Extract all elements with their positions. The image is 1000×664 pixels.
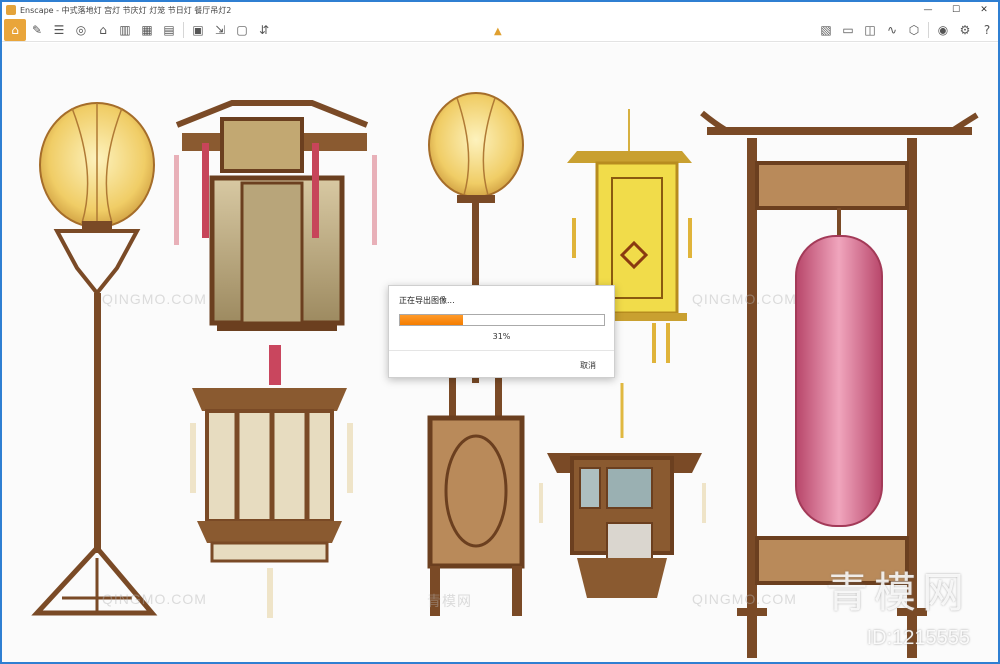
progress-bar-fill — [400, 315, 464, 325]
gamepad-icon[interactable]: ◎ — [70, 19, 92, 41]
watermark-brand: 青模网 — [427, 593, 472, 609]
collapse-toolbar-icon[interactable]: ▲ — [494, 26, 502, 37]
building-icon[interactable]: ▦ — [136, 19, 158, 41]
dialog-divider — [389, 350, 614, 351]
drum-lantern — [190, 345, 353, 618]
image-icon[interactable]: ▣ — [187, 19, 209, 41]
watermark-id: ID:1215555 — [866, 627, 970, 649]
floor-lamp-left — [31, 102, 158, 616]
close-button[interactable]: ✕ — [970, 2, 998, 18]
pen-icon[interactable]: ✎ — [26, 19, 48, 41]
clapper-icon[interactable]: ▤ — [158, 19, 180, 41]
screen-icon[interactable]: ▭ — [837, 19, 859, 41]
toolbar-divider — [928, 21, 929, 38]
export-icon[interactable]: ⇲ — [209, 19, 231, 41]
list-icon[interactable]: ☰ — [48, 19, 70, 41]
watermark-text: QINGMO.COM — [102, 591, 207, 607]
watermark-text: QINGMO.COM — [692, 291, 797, 307]
home-icon[interactable]: ⌂ — [4, 18, 26, 41]
render-icon[interactable]: ⬡ — [903, 19, 925, 41]
carved-dragon-lantern — [539, 383, 706, 598]
settings-icon[interactable]: ⚙ — [954, 19, 976, 41]
vr-icon[interactable]: ◫ — [859, 19, 881, 41]
enscape-window: Enscape - 中式落地灯 宫灯 节庆灯 灯笼 节日灯 餐厅吊灯2 — ☐ … — [0, 0, 1000, 664]
minimize-button[interactable]: — — [914, 2, 942, 18]
title-bar: Enscape - 中式落地灯 宫灯 节庆灯 灯笼 节日灯 餐厅吊灯2 — ☐ … — [2, 2, 998, 18]
dialog-title: 正在导出图像... — [399, 296, 455, 305]
map-icon[interactable]: ▧ — [815, 19, 837, 41]
window-title: Enscape - 中式落地灯 宫灯 节庆灯 灯笼 节日灯 餐厅吊灯2 — [20, 5, 232, 15]
asset-icon[interactable]: ▥ — [114, 19, 136, 41]
path-icon[interactable]: ∿ — [881, 19, 903, 41]
progress-percent: 31% — [492, 332, 511, 341]
watermark-text: QINGMO.COM — [102, 291, 207, 307]
enscape-app-icon — [6, 5, 16, 15]
maximize-button[interactable]: ☐ — [942, 2, 970, 18]
export-progress-dialog: 正在导出图像... 31% 取消 — [388, 285, 615, 378]
eye-icon[interactable]: ◉ — [932, 19, 954, 41]
help-icon[interactable]: ? — [976, 19, 998, 41]
batch-icon[interactable]: ⇵ — [253, 19, 275, 41]
watermark-logo: 青模网 — [825, 568, 970, 617]
house-icon[interactable]: ⌂ — [92, 19, 114, 41]
cancel-button[interactable]: 取消 — [580, 360, 596, 371]
save-icon[interactable]: ▢ — [231, 19, 253, 41]
watermark-text: QINGMO.COM — [692, 591, 797, 607]
toolbar-divider — [183, 21, 184, 38]
progress-bar — [399, 314, 605, 326]
render-viewport[interactable]: QINGMO.COM 青模网 QINGMO.COM QINGMO.COM 青模网… — [2, 43, 998, 662]
